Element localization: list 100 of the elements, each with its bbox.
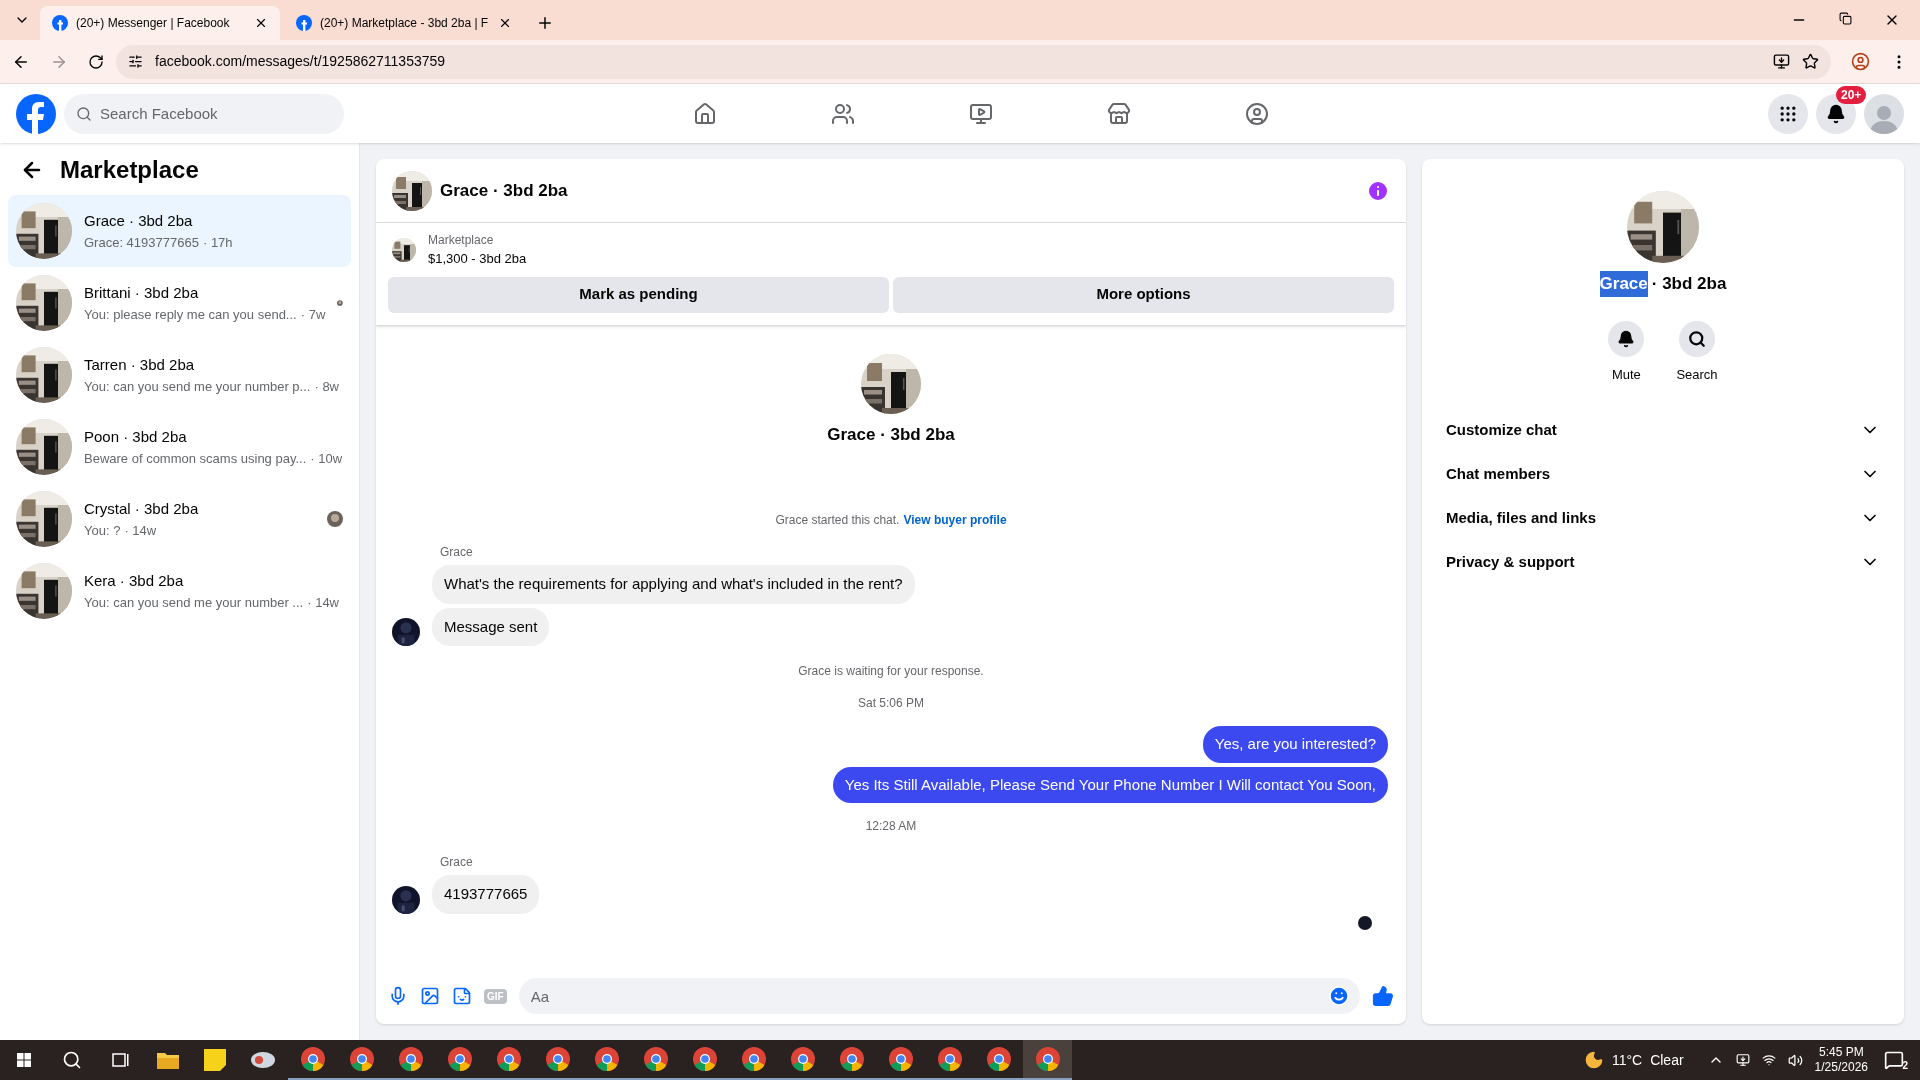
listing-action-button[interactable]: More options (893, 276, 1394, 313)
sender-name: Grace (440, 544, 474, 561)
app-icon[interactable] (250, 1049, 276, 1071)
conversation-item[interactable]: Brittani · 3bd 2ba You: please reply me can you send... · 7w (8, 267, 351, 339)
message-bubble: Yes Its Still Available, Please Send Your Phone Number I Will contact You Soon, (832, 766, 1388, 803)
tab-title: (20+) Messenger | Facebook (76, 15, 231, 32)
search-icon (76, 105, 92, 122)
weather-condition: Clear (1650, 1050, 1684, 1070)
restore-icon[interactable] (1839, 12, 1852, 25)
microphone-icon[interactable] (388, 986, 408, 1006)
settings-section[interactable]: Privacy & support (1438, 540, 1888, 584)
volume-icon[interactable] (1787, 1052, 1803, 1068)
message-field[interactable]: Aa (518, 978, 1360, 1014)
clock-date: 1/25/2026 (1814, 1060, 1868, 1075)
message-preview: You: please reply me can you send... (84, 305, 297, 324)
sender-name: Grace (440, 854, 474, 871)
reload-icon[interactable] (88, 53, 104, 70)
menu-button[interactable] (1768, 93, 1808, 134)
conversation-item[interactable]: Crystal · 3bd 2ba You: ? · 14w (8, 483, 351, 555)
browser-tab[interactable]: (20+) Messenger | Facebook (40, 6, 280, 40)
like-icon[interactable] (1372, 985, 1394, 1007)
photo-icon[interactable] (420, 986, 440, 1006)
sticky-note-icon[interactable] (204, 1049, 226, 1071)
chrome-taskbar-icon[interactable] (1023, 1040, 1072, 1080)
timestamp: Sat 5:06 PM (857, 695, 924, 712)
message-time: · 17h (202, 233, 233, 252)
bookmark-star-icon[interactable] (1802, 53, 1819, 70)
settings-section[interactable]: Customize chat (1438, 408, 1888, 452)
conversation-name: Grace · 3bd 2ba (84, 211, 194, 231)
site-settings-icon[interactable] (128, 54, 143, 69)
conversation-item[interactable]: Poon · 3bd 2ba Beware of common scams using pay... · 10w (8, 411, 351, 483)
address-field[interactable]: facebook.com/messages/t/1925862711353759 (116, 44, 1831, 79)
conversation-name: Kera · 3bd 2ba (84, 571, 185, 591)
message-time: · 8w (314, 377, 339, 396)
view-buyer-profile-link[interactable]: View buyer profile (903, 511, 1007, 529)
tray-icon[interactable] (1735, 1053, 1750, 1067)
message-time: · 14w (124, 521, 157, 540)
conversation-name: Brittani · 3bd 2ba (84, 283, 200, 303)
browser-tab[interactable]: (20+) Marketplace - 3bd 2ba | F (284, 6, 524, 40)
network-icon[interactable] (1761, 1053, 1776, 1067)
close-icon[interactable] (254, 16, 268, 30)
message-time: · 7w (300, 305, 326, 324)
url-text: facebook.com/messages/t/1925862711353759 (155, 52, 446, 71)
sticker-icon[interactable] (452, 986, 472, 1006)
message-preview: You: can you send me your number ... (84, 593, 304, 612)
contact-name-suffix: · 3bd 2ba (1651, 273, 1727, 295)
message-preview: You: can you send me your number p... (84, 377, 311, 396)
message-preview: Beware of common scams using pay... (84, 449, 307, 468)
new-tab-icon[interactable] (536, 14, 554, 32)
conversation-name: Crystal · 3bd 2ba (84, 499, 200, 519)
groups-icon[interactable] (1245, 101, 1269, 126)
tab-title: (20+) Marketplace - 3bd 2ba | F (320, 15, 490, 32)
emoji-icon[interactable] (1328, 985, 1350, 1007)
settings-section[interactable]: Chat members (1438, 452, 1888, 496)
listing-detail: $1,300 - 3bd 2ba (428, 250, 527, 268)
message-time: · 10w (310, 449, 343, 468)
search-icon (1688, 329, 1706, 348)
message-bubble: 4193777665 (432, 875, 540, 914)
message-bubble: Message sent (432, 607, 550, 646)
timestamp: 12:28 AM (865, 818, 917, 835)
message-bubble: Yes, are you interested? (1202, 726, 1388, 763)
home-icon[interactable] (693, 101, 717, 126)
video-icon[interactable] (969, 101, 993, 126)
message-preview: Grace: 4193777665 (84, 233, 199, 252)
contact-name: Grace (1599, 271, 1648, 297)
conversation-name: Poon · 3bd 2ba (84, 427, 188, 447)
weather-temperature: 11°C (1611, 1050, 1643, 1070)
task-view-icon[interactable] (110, 1051, 130, 1069)
search-icon[interactable] (62, 1050, 82, 1070)
message-time: · 14w (307, 593, 339, 612)
marketplace-icon[interactable] (1107, 101, 1131, 126)
listing-action-button[interactable]: Mark as pending (388, 276, 889, 313)
listing-label: Marketplace (428, 232, 495, 249)
folder-icon[interactable] (156, 1050, 180, 1070)
sidebar-title: Marketplace (60, 155, 199, 185)
conversation-item[interactable]: Kera · 3bd 2ba You: can you send me your number ... · 14w (8, 555, 351, 627)
profile-action-button[interactable]: Search (1676, 320, 1718, 384)
conversation-item[interactable]: Grace · 3bd 2ba Grace: 4193777665 · 17h (8, 195, 351, 267)
message-bubble: What's the requirements for applying and what's included in the rent? (432, 565, 915, 604)
conversation-item[interactable]: Tarren · 3bd 2ba You: can you send me your number p... · 8w (8, 339, 351, 411)
chat-title: Grace · 3bd 2ba (440, 179, 569, 202)
chat-started-text: Grace started this chat. (775, 512, 900, 529)
search-field[interactable]: Search Facebook (64, 93, 344, 134)
moon-icon (1583, 1050, 1604, 1070)
settings-section[interactable]: Media, files and links (1438, 496, 1888, 540)
clock-time: 5:45 PM (1818, 1045, 1864, 1060)
facebook-icon (52, 15, 68, 31)
friends-icon[interactable] (831, 101, 855, 126)
install-icon[interactable] (1773, 53, 1790, 70)
status-text: Grace is waiting for your response. (798, 663, 984, 680)
notification-badge: 20+ (1836, 85, 1867, 104)
close-icon[interactable] (498, 16, 512, 30)
conversation-name: Tarren · 3bd 2ba (84, 355, 196, 375)
bell-icon (1617, 329, 1636, 348)
profile-icon[interactable] (1851, 52, 1870, 71)
facebook-icon (296, 15, 312, 31)
facebook-logo[interactable] (16, 93, 56, 134)
bell-icon (1826, 103, 1846, 124)
message-preview: You: ? (84, 521, 121, 540)
contact-name: Grace · 3bd 2ba (827, 423, 955, 446)
